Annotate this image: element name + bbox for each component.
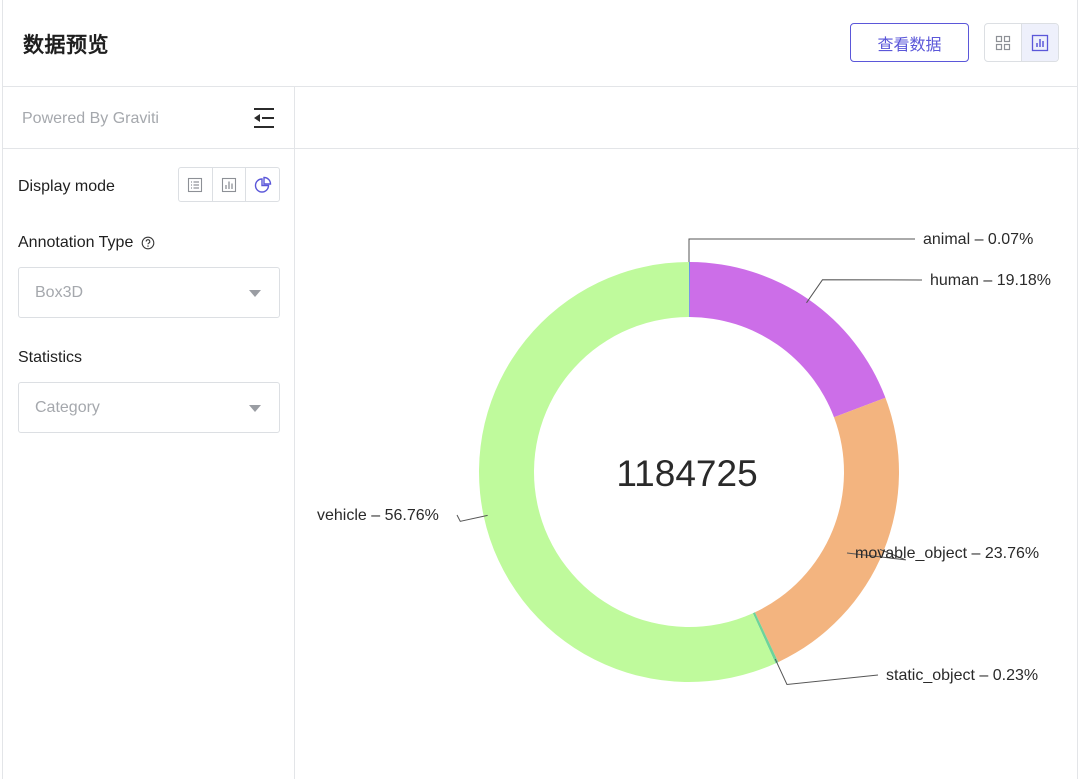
annotation-type-select[interactable]: Box3D [18, 267, 280, 318]
chart-view-button[interactable] [1021, 24, 1058, 61]
chevron-down-icon [249, 405, 261, 412]
slice-label-movable-object: movable_object – 23.76% [855, 545, 1039, 562]
display-mode-pie-button[interactable] [245, 168, 279, 201]
view-data-button[interactable]: 查看数据 [850, 23, 969, 62]
donut-chart: animal – 0.07% human – 19.18% movable_obje… [317, 231, 1051, 686]
leader-line-human [806, 279, 923, 304]
grid-icon [995, 35, 1011, 50]
slice-label-animal: animal – 0.07% [923, 231, 1033, 248]
list-icon [188, 177, 203, 192]
sidebar: Powered By Graviti Display mode Annotati… [3, 87, 295, 779]
layout-toggle [984, 23, 1059, 62]
display-mode-label: Display mode [18, 178, 115, 195]
main-panel: animal – 0.07% human – 19.18% movable_obje… [295, 87, 1079, 779]
display-mode-list-button[interactable] [179, 168, 212, 201]
bar-chart-icon [221, 177, 237, 192]
sidebar-top: Powered By Graviti [3, 87, 294, 149]
statistics-select[interactable]: Category [18, 382, 280, 433]
display-mode-bar-button[interactable] [211, 168, 246, 201]
app-frame: 数据预览 查看数据 Powered By Graviti Display mod… [2, 0, 1079, 779]
chart-center-total: 1184725 [616, 453, 757, 494]
pie-chart-icon [254, 176, 271, 193]
slice-label-vehicle: vehicle – 56.76% [317, 507, 439, 524]
page-title: 数据预览 [23, 33, 109, 57]
grid-view-button[interactable] [985, 24, 1021, 61]
slice-label-static-object: static_object – 0.23% [886, 667, 1038, 684]
slice-movable-object[interactable] [754, 397, 899, 663]
annotation-type-label-text: Annotation Type [18, 234, 134, 251]
statistics-label: Statistics [18, 349, 83, 366]
powered-by-text: Powered By Graviti [22, 110, 159, 127]
statistics-value: Category [35, 398, 100, 416]
annotation-type-value: Box3D [35, 283, 84, 301]
leader-line-static-object [774, 658, 879, 686]
chevron-down-icon [249, 290, 261, 297]
collapse-sidebar-icon[interactable] [251, 105, 277, 131]
leader-line-animal [688, 238, 915, 262]
display-mode-group [178, 167, 280, 202]
leader-line-vehicle [456, 514, 488, 522]
bar-chart-icon [1031, 34, 1049, 51]
slice-human[interactable] [689, 262, 886, 418]
page-header: 数据预览 查看数据 [3, 0, 1077, 87]
annotation-type-label: Annotation Type [18, 234, 155, 252]
help-icon[interactable] [141, 236, 155, 250]
slice-label-human: human – 19.18% [930, 272, 1051, 289]
